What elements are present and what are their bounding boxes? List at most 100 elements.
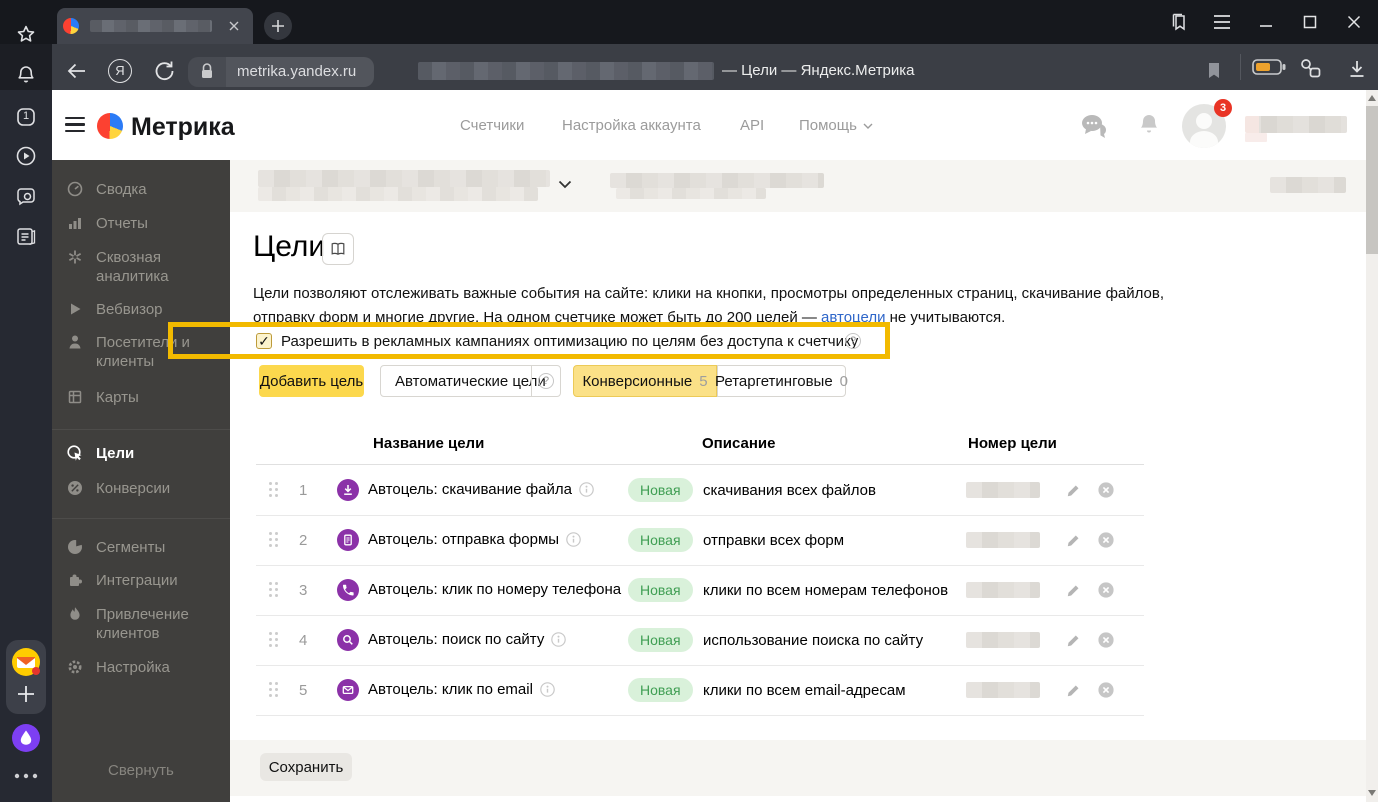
- sidebar-item-cross-analytics[interactable]: Сквозная аналитика: [66, 248, 214, 286]
- add-goal-button[interactable]: Добавить цель: [259, 365, 364, 397]
- browser-window: 1: [0, 0, 1378, 802]
- scrollbar-down-arrow[interactable]: [1368, 790, 1376, 796]
- info-icon[interactable]: [579, 482, 594, 497]
- counter-right-redacted: [1270, 177, 1346, 193]
- site-security-chip[interactable]: [188, 57, 226, 87]
- gauge-icon: [66, 180, 84, 198]
- sidebar-item-reports[interactable]: Отчеты: [66, 214, 214, 233]
- table-row: 3 Автоцель: клик по номеру телефона Нова…: [256, 565, 1144, 616]
- window-maximize-icon[interactable]: [1300, 13, 1320, 31]
- nav-help[interactable]: Помощь: [799, 117, 873, 134]
- delete-x-icon[interactable]: [1098, 482, 1114, 498]
- info-icon[interactable]: [551, 632, 566, 647]
- browser-menu-icon[interactable]: [1212, 13, 1232, 31]
- delete-x-icon[interactable]: [1098, 532, 1114, 548]
- scrollbar-up-arrow[interactable]: [1368, 95, 1376, 101]
- new-tab-button[interactable]: [264, 12, 292, 40]
- nav-account-settings[interactable]: Настройка аккаунта: [562, 117, 701, 134]
- bookmark-flag-icon[interactable]: [1205, 60, 1223, 82]
- articles-docs-icon[interactable]: [14, 224, 38, 248]
- edit-pencil-icon[interactable]: [1066, 532, 1082, 548]
- yandex-services-icon[interactable]: Я: [108, 59, 132, 83]
- delete-x-icon[interactable]: [1098, 582, 1114, 598]
- info-icon[interactable]: [540, 682, 555, 697]
- row-number: 1: [299, 482, 307, 499]
- row-number: 2: [299, 532, 307, 549]
- tab-close-icon[interactable]: [227, 19, 241, 33]
- tab-retargeting-goals[interactable]: Ретаргетинговые 0: [717, 365, 846, 397]
- edit-pencil-icon[interactable]: [1066, 632, 1082, 648]
- delete-x-icon[interactable]: [1098, 682, 1114, 698]
- tabs-counter-icon[interactable]: 1: [14, 105, 38, 129]
- auto-goals-button[interactable]: Автоматические цели: [380, 365, 561, 397]
- favorites-star-icon[interactable]: [14, 23, 38, 47]
- sidebar-item-goals[interactable]: Цели: [66, 444, 214, 463]
- sidebar-item-customer-acquisition[interactable]: Привлечение клиентов: [66, 605, 214, 643]
- save-button[interactable]: Сохранить: [260, 753, 352, 781]
- notifications-bell-icon[interactable]: [14, 63, 38, 87]
- video-play-icon[interactable]: [14, 144, 38, 168]
- nav-counters[interactable]: Счетчики: [460, 117, 524, 134]
- drag-handle-icon[interactable]: [269, 532, 272, 535]
- col-header-description: Описание: [702, 435, 775, 452]
- mail-app-icon[interactable]: [10, 646, 42, 678]
- goal-name[interactable]: Автоцель: клик по email: [368, 681, 555, 698]
- drag-handle-icon[interactable]: [269, 482, 272, 485]
- address-bar-page-title: — Цели — Яндекс.Метрика: [722, 61, 915, 81]
- drag-handle-icon[interactable]: [269, 682, 272, 685]
- delete-x-icon[interactable]: [1098, 632, 1114, 648]
- status-badge: Новая: [628, 528, 693, 552]
- more-options-dots-icon[interactable]: [13, 772, 39, 780]
- status-badge: Новая: [628, 678, 693, 702]
- battery-saver-icon[interactable]: [1252, 58, 1288, 76]
- sidebar-item-summary[interactable]: Сводка: [66, 180, 214, 199]
- status-badge: Новая: [628, 628, 693, 652]
- address-bar-url[interactable]: metrika.yandex.ru: [226, 57, 374, 87]
- edit-pencil-icon[interactable]: [1066, 482, 1082, 498]
- info-icon[interactable]: [566, 532, 581, 547]
- table-row: 5 Автоцель: клик по email Новая клики по…: [256, 665, 1144, 716]
- screenshot-camera-icon[interactable]: [14, 184, 38, 208]
- add-app-plus-icon[interactable]: [15, 683, 37, 705]
- back-arrow-icon[interactable]: [64, 58, 88, 84]
- edit-pencil-icon[interactable]: [1066, 682, 1082, 698]
- sidebar-item-conversions[interactable]: Конверсии: [66, 479, 214, 498]
- annotation-highlight-rectangle: [168, 322, 890, 359]
- goal-name[interactable]: Автоцель: отправка формы: [368, 531, 581, 548]
- scrollbar-thumb[interactable]: [1366, 106, 1378, 254]
- notifications-bell-header-icon[interactable]: [1136, 110, 1162, 140]
- sidebar-collapse-button[interactable]: Свернуть: [108, 762, 174, 779]
- sidebar-item-segments[interactable]: Сегменты: [66, 538, 214, 557]
- puzzle-icon: [66, 571, 84, 589]
- reload-icon[interactable]: [152, 58, 176, 84]
- support-chat-icon[interactable]: [1080, 112, 1110, 140]
- window-close-icon[interactable]: [1344, 13, 1364, 31]
- goal-number-redacted: [966, 482, 1040, 498]
- drag-handle-icon[interactable]: [269, 582, 272, 585]
- goal-name[interactable]: Автоцель: скачивание файла: [368, 481, 594, 498]
- sidebar-item-maps[interactable]: Карты: [66, 388, 214, 407]
- app-menu-burger-icon[interactable]: [65, 117, 85, 136]
- brand-name[interactable]: Метрика: [131, 113, 235, 142]
- tab-conversion-goals[interactable]: Конверсионные 5: [573, 365, 717, 397]
- goal-name[interactable]: Автоцель: клик по номеру телефона: [368, 581, 643, 598]
- downloads-icon[interactable]: [1346, 58, 1368, 82]
- window-minimize-icon[interactable]: [1256, 13, 1276, 31]
- alice-assistant-icon[interactable]: [10, 722, 42, 754]
- nav-api[interactable]: API: [740, 117, 764, 134]
- docs-book-button[interactable]: [322, 233, 354, 265]
- edit-pencil-icon[interactable]: [1066, 582, 1082, 598]
- sidebar-item-settings[interactable]: Настройка: [66, 658, 214, 677]
- table-row: 1 Автоцель: скачивание файла Новая скачи…: [256, 465, 1144, 516]
- sidebar-item-webvisor[interactable]: Вебвизор: [66, 300, 214, 319]
- drag-handle-icon[interactable]: [269, 632, 272, 635]
- counter-chevron-down-icon[interactable]: [558, 180, 572, 189]
- col-header-goal-name: Название цели: [373, 435, 484, 452]
- auto-goals-help-icon[interactable]: ?: [538, 373, 554, 389]
- status-badge: Новая: [628, 578, 693, 602]
- passwords-key-icon[interactable]: [1298, 56, 1324, 80]
- goal-name[interactable]: Автоцель: поиск по сайту: [368, 631, 566, 648]
- bookmarks-panel-icon[interactable]: [1168, 11, 1190, 33]
- sidebar-item-integrations[interactable]: Интеграции: [66, 571, 214, 590]
- metrika-logo[interactable]: [97, 113, 123, 139]
